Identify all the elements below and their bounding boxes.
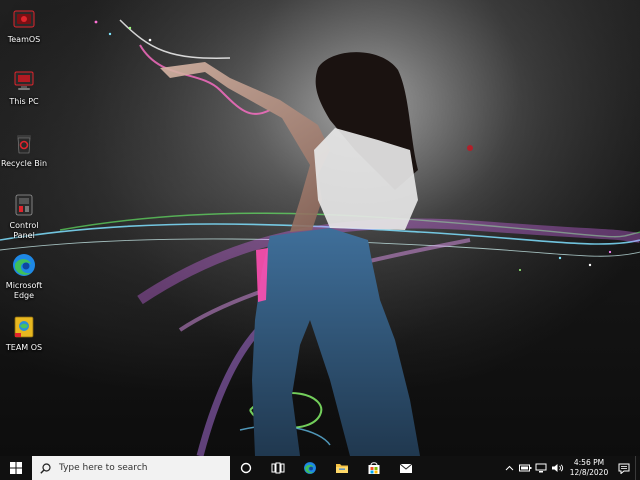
- desktop-icon-label: Control Panel: [9, 221, 39, 240]
- team-os-shortcut-icon: [14, 316, 34, 338]
- windows-logo-icon: [10, 462, 22, 474]
- store-icon: [368, 462, 380, 474]
- chevron-up-icon: [505, 465, 513, 471]
- system-tray: 4:56 PM 12/8/2020: [501, 456, 640, 480]
- desktop-icon-label: This PC: [9, 97, 39, 106]
- task-view-button[interactable]: [262, 456, 294, 480]
- volume-button[interactable]: [550, 456, 564, 480]
- volume-icon: [551, 464, 563, 472]
- clock-date: 12/8/2020: [569, 468, 609, 477]
- desktop-icon-label: Microsoft Edge: [5, 281, 43, 300]
- desktop-icon-teamos[interactable]: TeamOS: [0, 6, 48, 45]
- taskbar: Type here to search 4:56 PM 12/8/2020: [0, 456, 640, 480]
- cortana-button[interactable]: [230, 456, 262, 480]
- task-view-icon: [271, 462, 285, 474]
- desktop[interactable]: TeamOS This PC Recycle Bin Control Panel: [0, 0, 640, 480]
- control-panel-icon: [15, 194, 33, 216]
- mail-icon: [399, 463, 413, 473]
- desktop-icon-microsoft-edge[interactable]: Microsoft Edge: [0, 252, 48, 301]
- search-box[interactable]: Type here to search: [32, 456, 230, 480]
- desktop-icon-recycle-bin[interactable]: Recycle Bin: [0, 130, 48, 169]
- desktop-icon-label: Recycle Bin: [0, 159, 48, 168]
- clock-time: 4:56 PM: [573, 458, 605, 467]
- desktop-icon-control-panel[interactable]: Control Panel: [0, 192, 48, 241]
- action-center-button[interactable]: [613, 456, 635, 480]
- network-button[interactable]: [534, 456, 548, 480]
- teamos-folder-icon: [13, 10, 35, 28]
- dancer-wallpaper: [0, 0, 640, 456]
- desktop-icon-label: TeamOS: [7, 35, 41, 44]
- edge-icon: [13, 254, 35, 276]
- taskbar-edge-button[interactable]: [294, 456, 326, 480]
- start-button[interactable]: [0, 456, 32, 480]
- taskbar-store-button[interactable]: [358, 456, 390, 480]
- show-desktop-button[interactable]: [635, 456, 640, 480]
- search-placeholder: Type here to search: [59, 463, 148, 473]
- clock[interactable]: 4:56 PM 12/8/2020: [565, 456, 613, 480]
- desktop-icon-label: TEAM OS: [5, 343, 43, 352]
- taskbar-mail-button[interactable]: [390, 456, 422, 480]
- file-explorer-icon: [336, 464, 348, 473]
- network-icon: [535, 463, 547, 473]
- notification-icon: [618, 463, 630, 474]
- taskbar-file-explorer-button[interactable]: [326, 456, 358, 480]
- show-hidden-icons-button[interactable]: [502, 456, 516, 480]
- edge-icon: [304, 462, 316, 474]
- battery-button[interactable]: [518, 456, 532, 480]
- cortana-icon: [240, 462, 252, 474]
- desktop-icon-team-os[interactable]: TEAM OS: [0, 314, 48, 353]
- computer-icon: [14, 71, 34, 90]
- battery-icon: [518, 464, 531, 472]
- search-icon: [40, 462, 51, 474]
- recycle-bin-icon: [17, 135, 31, 154]
- desktop-icon-this-pc[interactable]: This PC: [0, 68, 48, 107]
